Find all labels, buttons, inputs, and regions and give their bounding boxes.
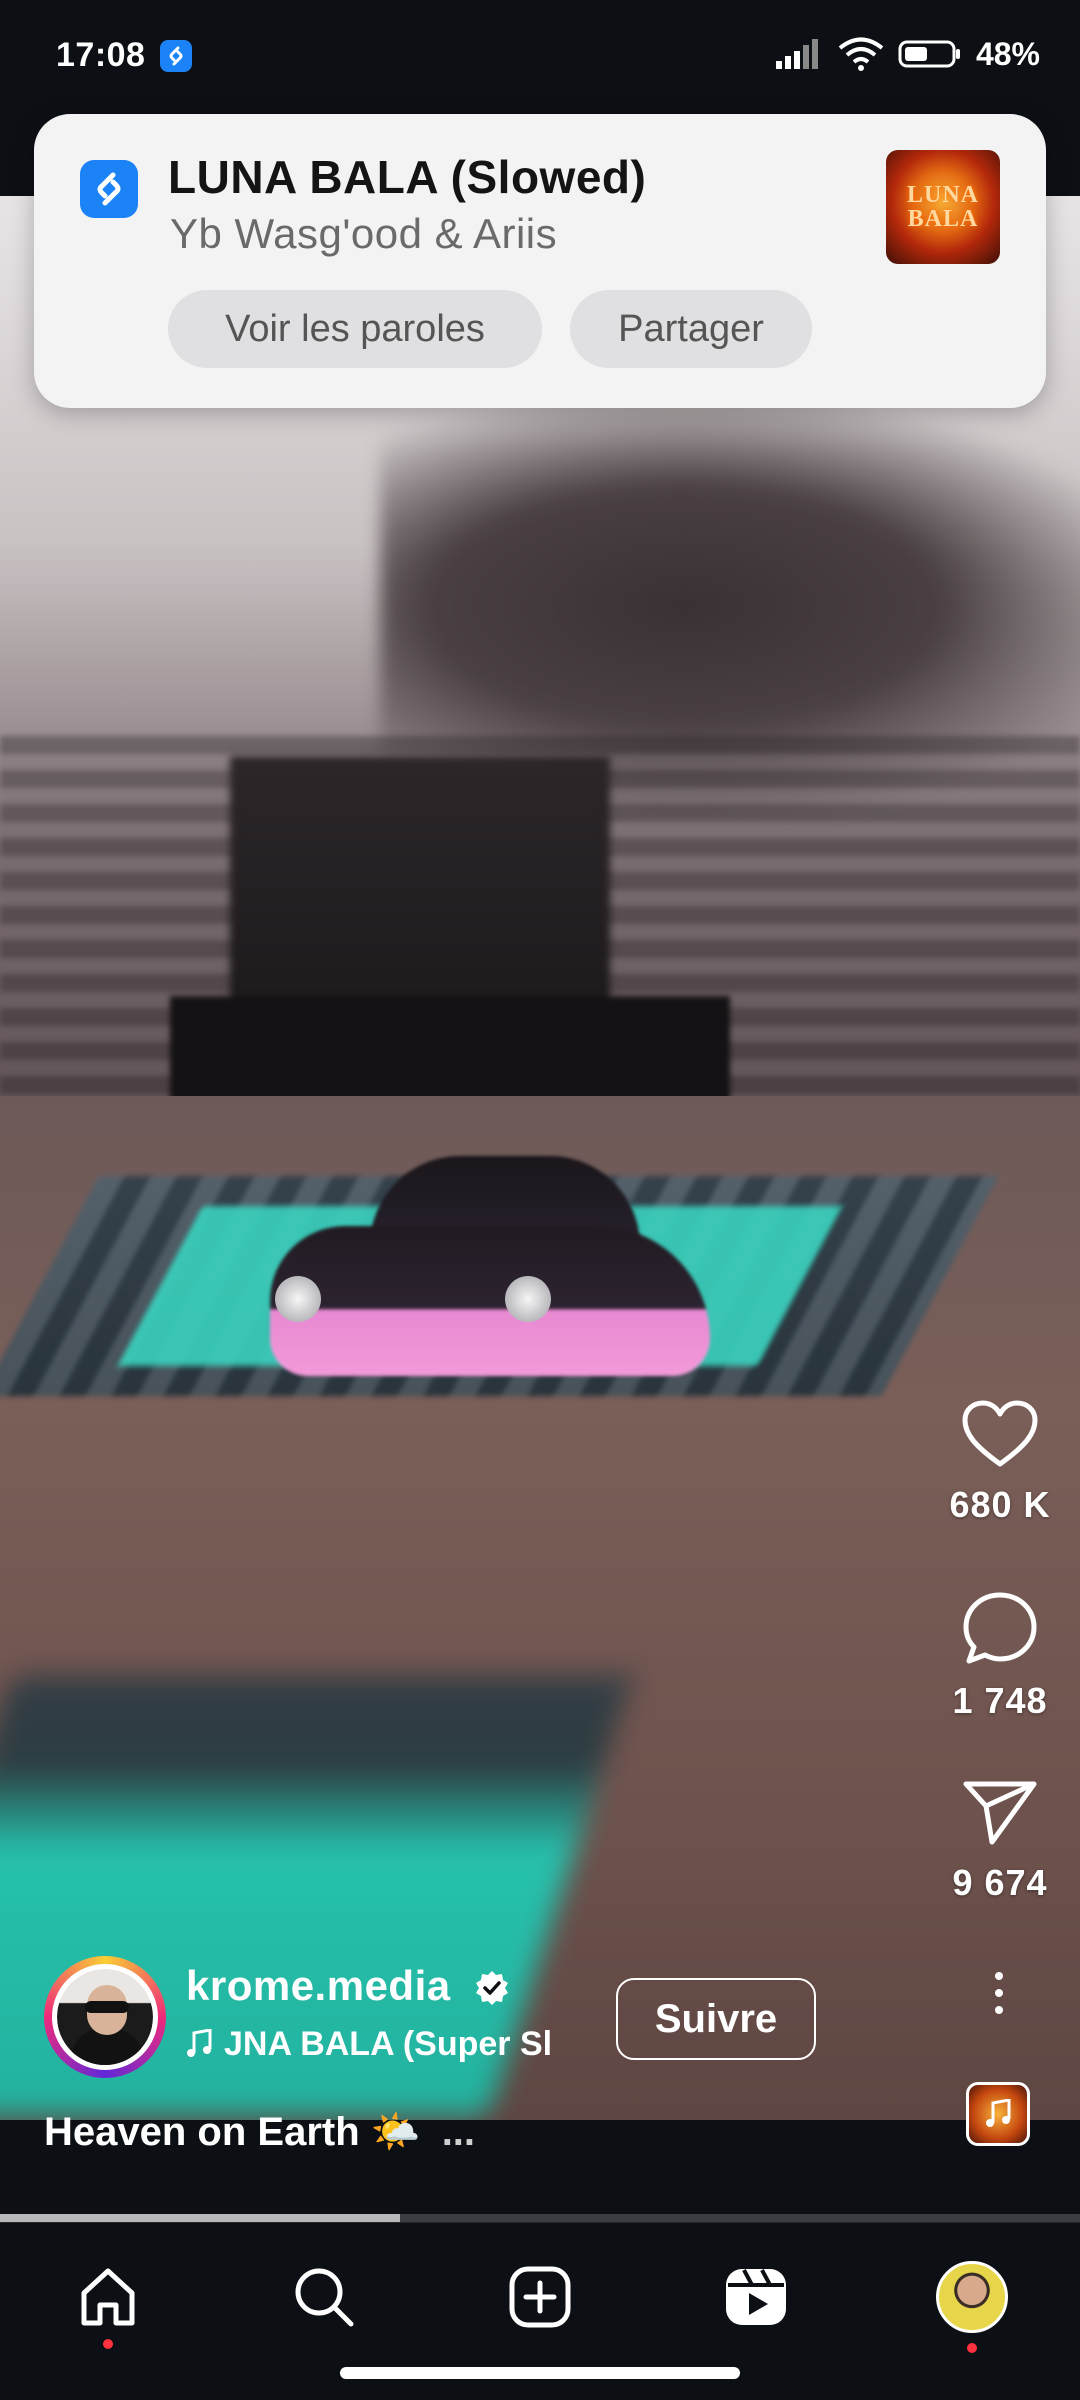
avatar-glasses <box>85 2001 129 2013</box>
bottom-navigation <box>0 2222 1080 2400</box>
status-time: 17:08 <box>56 36 146 74</box>
car-headlight-left <box>275 1276 321 1322</box>
video-progress-bar[interactable] <box>0 2214 1080 2222</box>
wifi-icon <box>838 37 884 71</box>
author-avatar[interactable] <box>52 1964 158 2070</box>
reel-video[interactable] <box>0 196 1080 2120</box>
reels-icon <box>726 2269 786 2325</box>
view-lyrics-button[interactable]: Voir les paroles <box>168 290 542 368</box>
status-bar: 17:08 48% <box>0 0 1080 112</box>
comment-icon[interactable] <box>961 1590 1039 1666</box>
song-title: LUNA BALA (Slowed) <box>168 151 647 203</box>
like-count: 680 K <box>949 1484 1051 1525</box>
car-body <box>270 1226 710 1376</box>
reel-caption[interactable]: Heaven on Earth 🌤️ ... <box>44 2108 475 2155</box>
home-notification-dot <box>103 2339 113 2349</box>
audio-track[interactable]: JNA BALA (Super Sl <box>186 2022 586 2066</box>
battery-icon <box>898 40 960 68</box>
now-playing-notification[interactable]: LUNA BALA (Slowed) Yb Wasg'ood & Ariis L… <box>34 114 1046 408</box>
nav-search[interactable] <box>284 2257 364 2337</box>
caption-text: Heaven on Earth 🌤️ <box>44 2110 421 2154</box>
share-action[interactable]: 9 674 <box>920 1778 1080 1904</box>
nav-profile[interactable] <box>932 2257 1012 2353</box>
shazam-icon <box>160 40 192 72</box>
nav-home[interactable] <box>68 2257 148 2349</box>
home-icon <box>81 2268 135 2326</box>
avatar-image <box>57 1969 153 2065</box>
comment-action[interactable]: 1 748 <box>920 1590 1080 1722</box>
status-indicators: 48% <box>775 34 1040 74</box>
send-icon[interactable] <box>962 1778 1038 1848</box>
caption-more[interactable]: ... <box>442 2110 475 2154</box>
home-indicator[interactable] <box>340 2367 740 2379</box>
car-headlight-right <box>505 1276 551 1322</box>
profile-notification-dot <box>967 2343 977 2353</box>
battery-percent: 48% <box>975 35 1040 72</box>
audio-title: JNA BALA (Super Sl <box>224 2024 553 2063</box>
video-progress-fill <box>0 2214 400 2222</box>
signal-icon <box>775 39 818 69</box>
share-button[interactable]: Partager <box>570 290 812 368</box>
search-icon <box>295 2268 354 2327</box>
author-username[interactable]: krome.media <box>186 1962 451 2010</box>
scene-booth <box>230 756 610 1016</box>
follow-button[interactable]: Suivre <box>616 1978 816 2060</box>
shazam-icon <box>80 160 138 218</box>
original-audio-thumbnail[interactable] <box>966 2082 1030 2146</box>
verified-icon <box>476 1971 508 2005</box>
nav-reels[interactable] <box>716 2257 796 2337</box>
album-cover: LUNA BALA <box>886 150 1000 264</box>
album-cover-text: LUNA BALA <box>906 182 979 232</box>
like-action[interactable]: 680 K <box>920 1400 1080 1526</box>
song-artist: Yb Wasg'ood & Ariis <box>170 210 558 257</box>
music-note-icon <box>986 2099 1011 2127</box>
music-note-icon <box>187 2029 212 2057</box>
heart-icon[interactable] <box>961 1400 1039 1470</box>
avatar-hood <box>71 2029 143 2065</box>
nav-create[interactable] <box>500 2257 580 2337</box>
share-count: 9 674 <box>952 1862 1048 1903</box>
create-icon <box>509 2266 571 2328</box>
comment-count: 1 748 <box>952 1680 1048 1721</box>
more-options-icon[interactable] <box>984 1968 1014 2018</box>
profile-avatar <box>936 2261 1008 2333</box>
